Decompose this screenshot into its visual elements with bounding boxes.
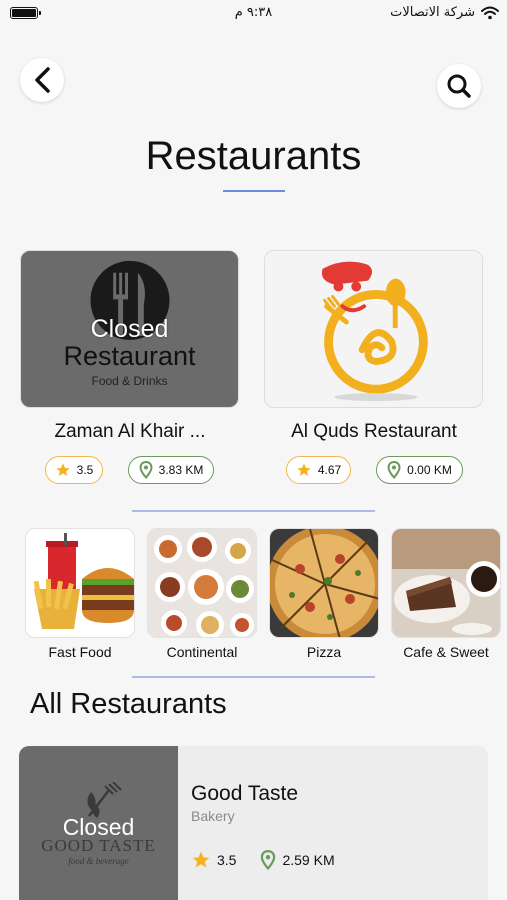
carrier-name: شركة الاتصالات (390, 5, 475, 20)
rating-badge: 4.67 (286, 456, 351, 484)
search-icon (447, 74, 471, 98)
category-continental[interactable]: Continental (147, 528, 257, 660)
logo-text: Restaurant (63, 341, 196, 371)
category-fast-food[interactable]: Fast Food (25, 528, 135, 660)
location-pin-icon (387, 461, 401, 479)
closed-label: Closed (90, 315, 169, 343)
search-button[interactable] (437, 64, 481, 108)
section-title: All Restaurants (30, 688, 227, 720)
pizza-image (269, 528, 379, 638)
featured-card-zaman-al-khair[interactable]: Closed Restaurant Food & Drinks (20, 250, 239, 408)
rating-value: 3.5 (76, 463, 94, 477)
logo-subtext: food & beverage (68, 856, 129, 866)
restaurant-name: Good Taste (191, 782, 299, 805)
carrier-info: شركة الاتصالات (390, 5, 499, 20)
star-icon (192, 851, 210, 868)
section-divider (132, 510, 375, 512)
distance-value: 2.59 KM (282, 852, 335, 868)
restaurant-meta: 3.5 2.59 KM (191, 850, 335, 870)
star-icon (297, 463, 311, 476)
continental-image (147, 528, 257, 638)
category-pizza[interactable]: Pizza (269, 528, 379, 660)
distance-value: 3.83 KM (158, 463, 204, 477)
chef-logo-image (321, 261, 428, 402)
fast-food-image (25, 528, 135, 638)
distance-badge: 0.00 KM (376, 456, 463, 484)
status-bar: ٩:٣٨ م شركة الاتصالات (0, 0, 507, 30)
category-label: Fast Food (48, 644, 112, 660)
logo-subtext: Food & Drinks (91, 374, 168, 388)
rating-badge: 3.5 (45, 456, 103, 484)
wifi-icon (481, 6, 499, 19)
category-label: Continental (166, 644, 238, 660)
featured-name[interactable]: Al Quds Restaurant (254, 421, 494, 443)
rating-value: 3.5 (217, 852, 237, 868)
featured-name[interactable]: Zaman Al Khair ... (10, 421, 250, 443)
back-button[interactable] (20, 58, 64, 102)
cafe-image (391, 528, 501, 638)
distance-badge: 3.83 KM (128, 456, 214, 484)
star-icon (55, 463, 70, 476)
back-arrow-icon (35, 67, 50, 93)
location-pin-icon (139, 461, 153, 479)
rating-value: 4.67 (317, 463, 342, 477)
logo-text: GOOD TASTE (41, 836, 156, 855)
featured-card-al-quds[interactable] (264, 250, 483, 408)
category-label: Pizza (306, 644, 342, 660)
restaurant-card-good-taste[interactable]: Closed GOOD TASTE food & beverage Good T… (19, 746, 488, 900)
category-label: Cafe & Sweet (403, 644, 489, 660)
title-underline (223, 190, 285, 192)
page-title: Restaurants (145, 134, 362, 178)
category-cafe-sweet[interactable]: Cafe & Sweet (391, 528, 501, 660)
restaurant-type: Bakery (191, 808, 235, 824)
section-divider (132, 676, 375, 678)
distance-value: 0.00 KM (407, 463, 452, 477)
location-pin-icon (261, 850, 276, 870)
